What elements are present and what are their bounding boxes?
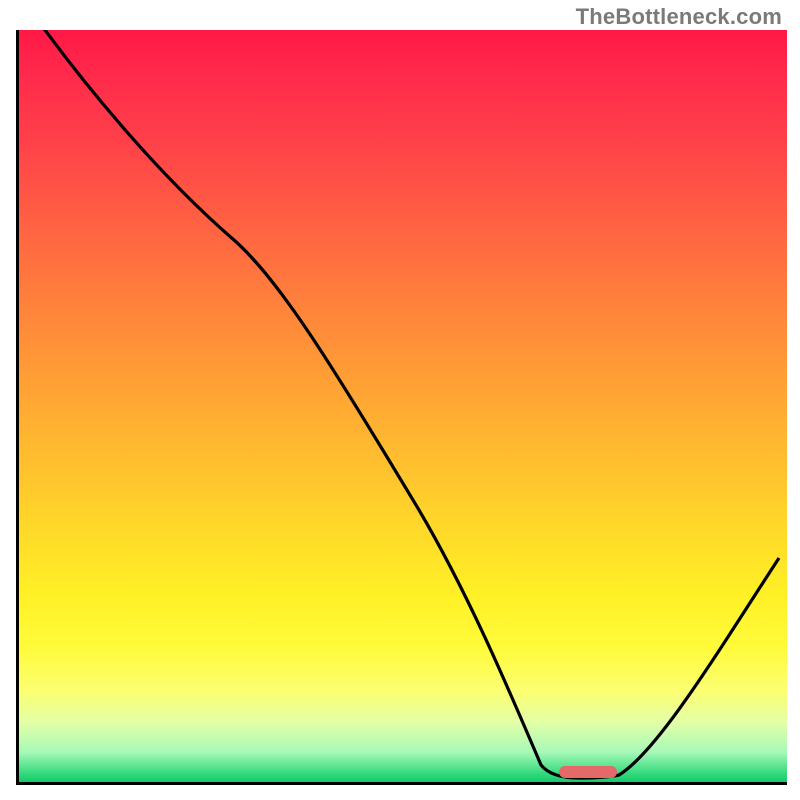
bottleneck-curve (42, 30, 779, 778)
valley-marker (559, 766, 617, 778)
chart-container: TheBottleneck.com (0, 0, 800, 800)
watermark-text: TheBottleneck.com (576, 4, 782, 30)
plot-area (16, 30, 787, 785)
curve-layer (19, 30, 787, 782)
